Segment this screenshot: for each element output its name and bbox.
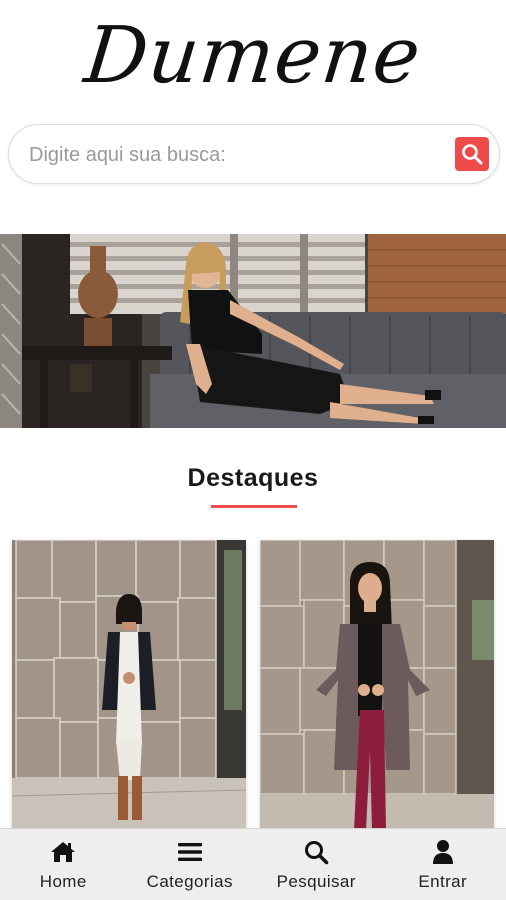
product-image <box>260 540 494 830</box>
hero-banner[interactable] <box>0 234 506 428</box>
search-icon <box>462 144 483 165</box>
product-card[interactable] <box>12 540 246 830</box>
search-input[interactable] <box>29 139 439 171</box>
nav-login-label: Entrar <box>418 872 468 891</box>
nav-categories[interactable]: Categorias <box>127 829 254 900</box>
product-card[interactable] <box>260 540 494 830</box>
nav-login[interactable]: Entrar <box>380 829 506 900</box>
brand-logo[interactable]: Dumene <box>79 0 426 116</box>
product-image <box>12 540 246 830</box>
nav-home[interactable]: Home <box>0 829 127 900</box>
home-icon <box>49 838 77 866</box>
hero-banner-image <box>0 234 506 428</box>
section-underline <box>211 505 297 508</box>
search-icon <box>302 838 330 866</box>
nav-search-label: Pesquisar <box>276 872 356 891</box>
section-title: Destaques <box>187 464 319 492</box>
user-icon <box>429 838 457 866</box>
search-bar <box>8 124 500 184</box>
bottom-navigation: Home Categorias Pesquisar Entrar <box>0 828 506 900</box>
search-button[interactable] <box>455 137 489 171</box>
nav-search[interactable]: Pesquisar <box>253 829 380 900</box>
header: Dumene <box>0 0 506 116</box>
nav-categories-label: Categorias <box>146 872 233 891</box>
nav-home-label: Home <box>39 872 87 891</box>
menu-icon <box>176 838 204 866</box>
